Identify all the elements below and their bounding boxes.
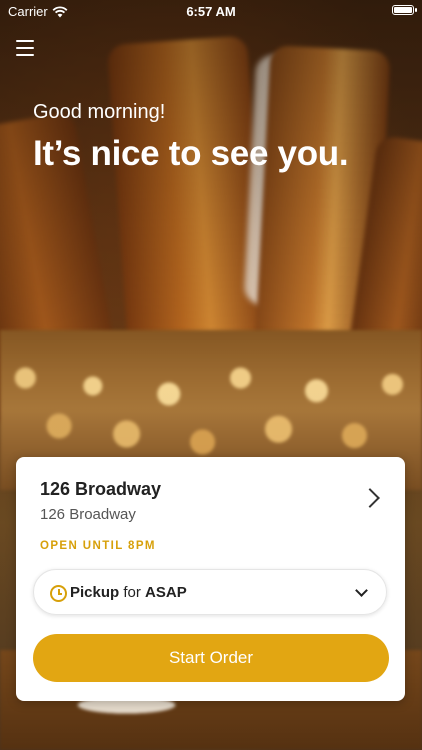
status-bar: Carrier 6:57 AM xyxy=(0,0,422,22)
greeting-text: Good morning! xyxy=(33,101,166,123)
menu-icon xyxy=(16,40,34,56)
chevron-down-icon xyxy=(355,584,368,597)
location-name: 126 Broadway xyxy=(40,479,162,499)
battery-icon xyxy=(392,5,417,15)
location-address: 126 Broadway xyxy=(40,506,136,523)
menu-button[interactable] xyxy=(16,40,34,56)
app-screen: Carrier 6:57 AM Good morning! It’s nice … xyxy=(0,0,422,750)
order-mode-type: Pickup xyxy=(70,584,120,601)
order-card: 126 Broadway 126 Broadway OPEN UNTIL 8PM… xyxy=(16,457,405,701)
store-hours: OPEN UNTIL 8PM xyxy=(40,540,156,552)
order-mode-connector: for xyxy=(123,584,141,601)
page-title: It’s nice to see you. xyxy=(33,134,349,173)
status-time: 6:57 AM xyxy=(186,4,236,19)
clock-icon xyxy=(50,585,67,602)
order-mode-time: ASAP xyxy=(145,584,187,601)
order-mode-dropdown[interactable]: Pickup for ASAP xyxy=(33,569,387,615)
start-order-button[interactable]: Start Order xyxy=(33,634,389,682)
order-mode-label: Pickup for ASAP xyxy=(70,584,187,601)
location-selector[interactable]: 126 Broadway 126 Broadway xyxy=(40,479,380,523)
